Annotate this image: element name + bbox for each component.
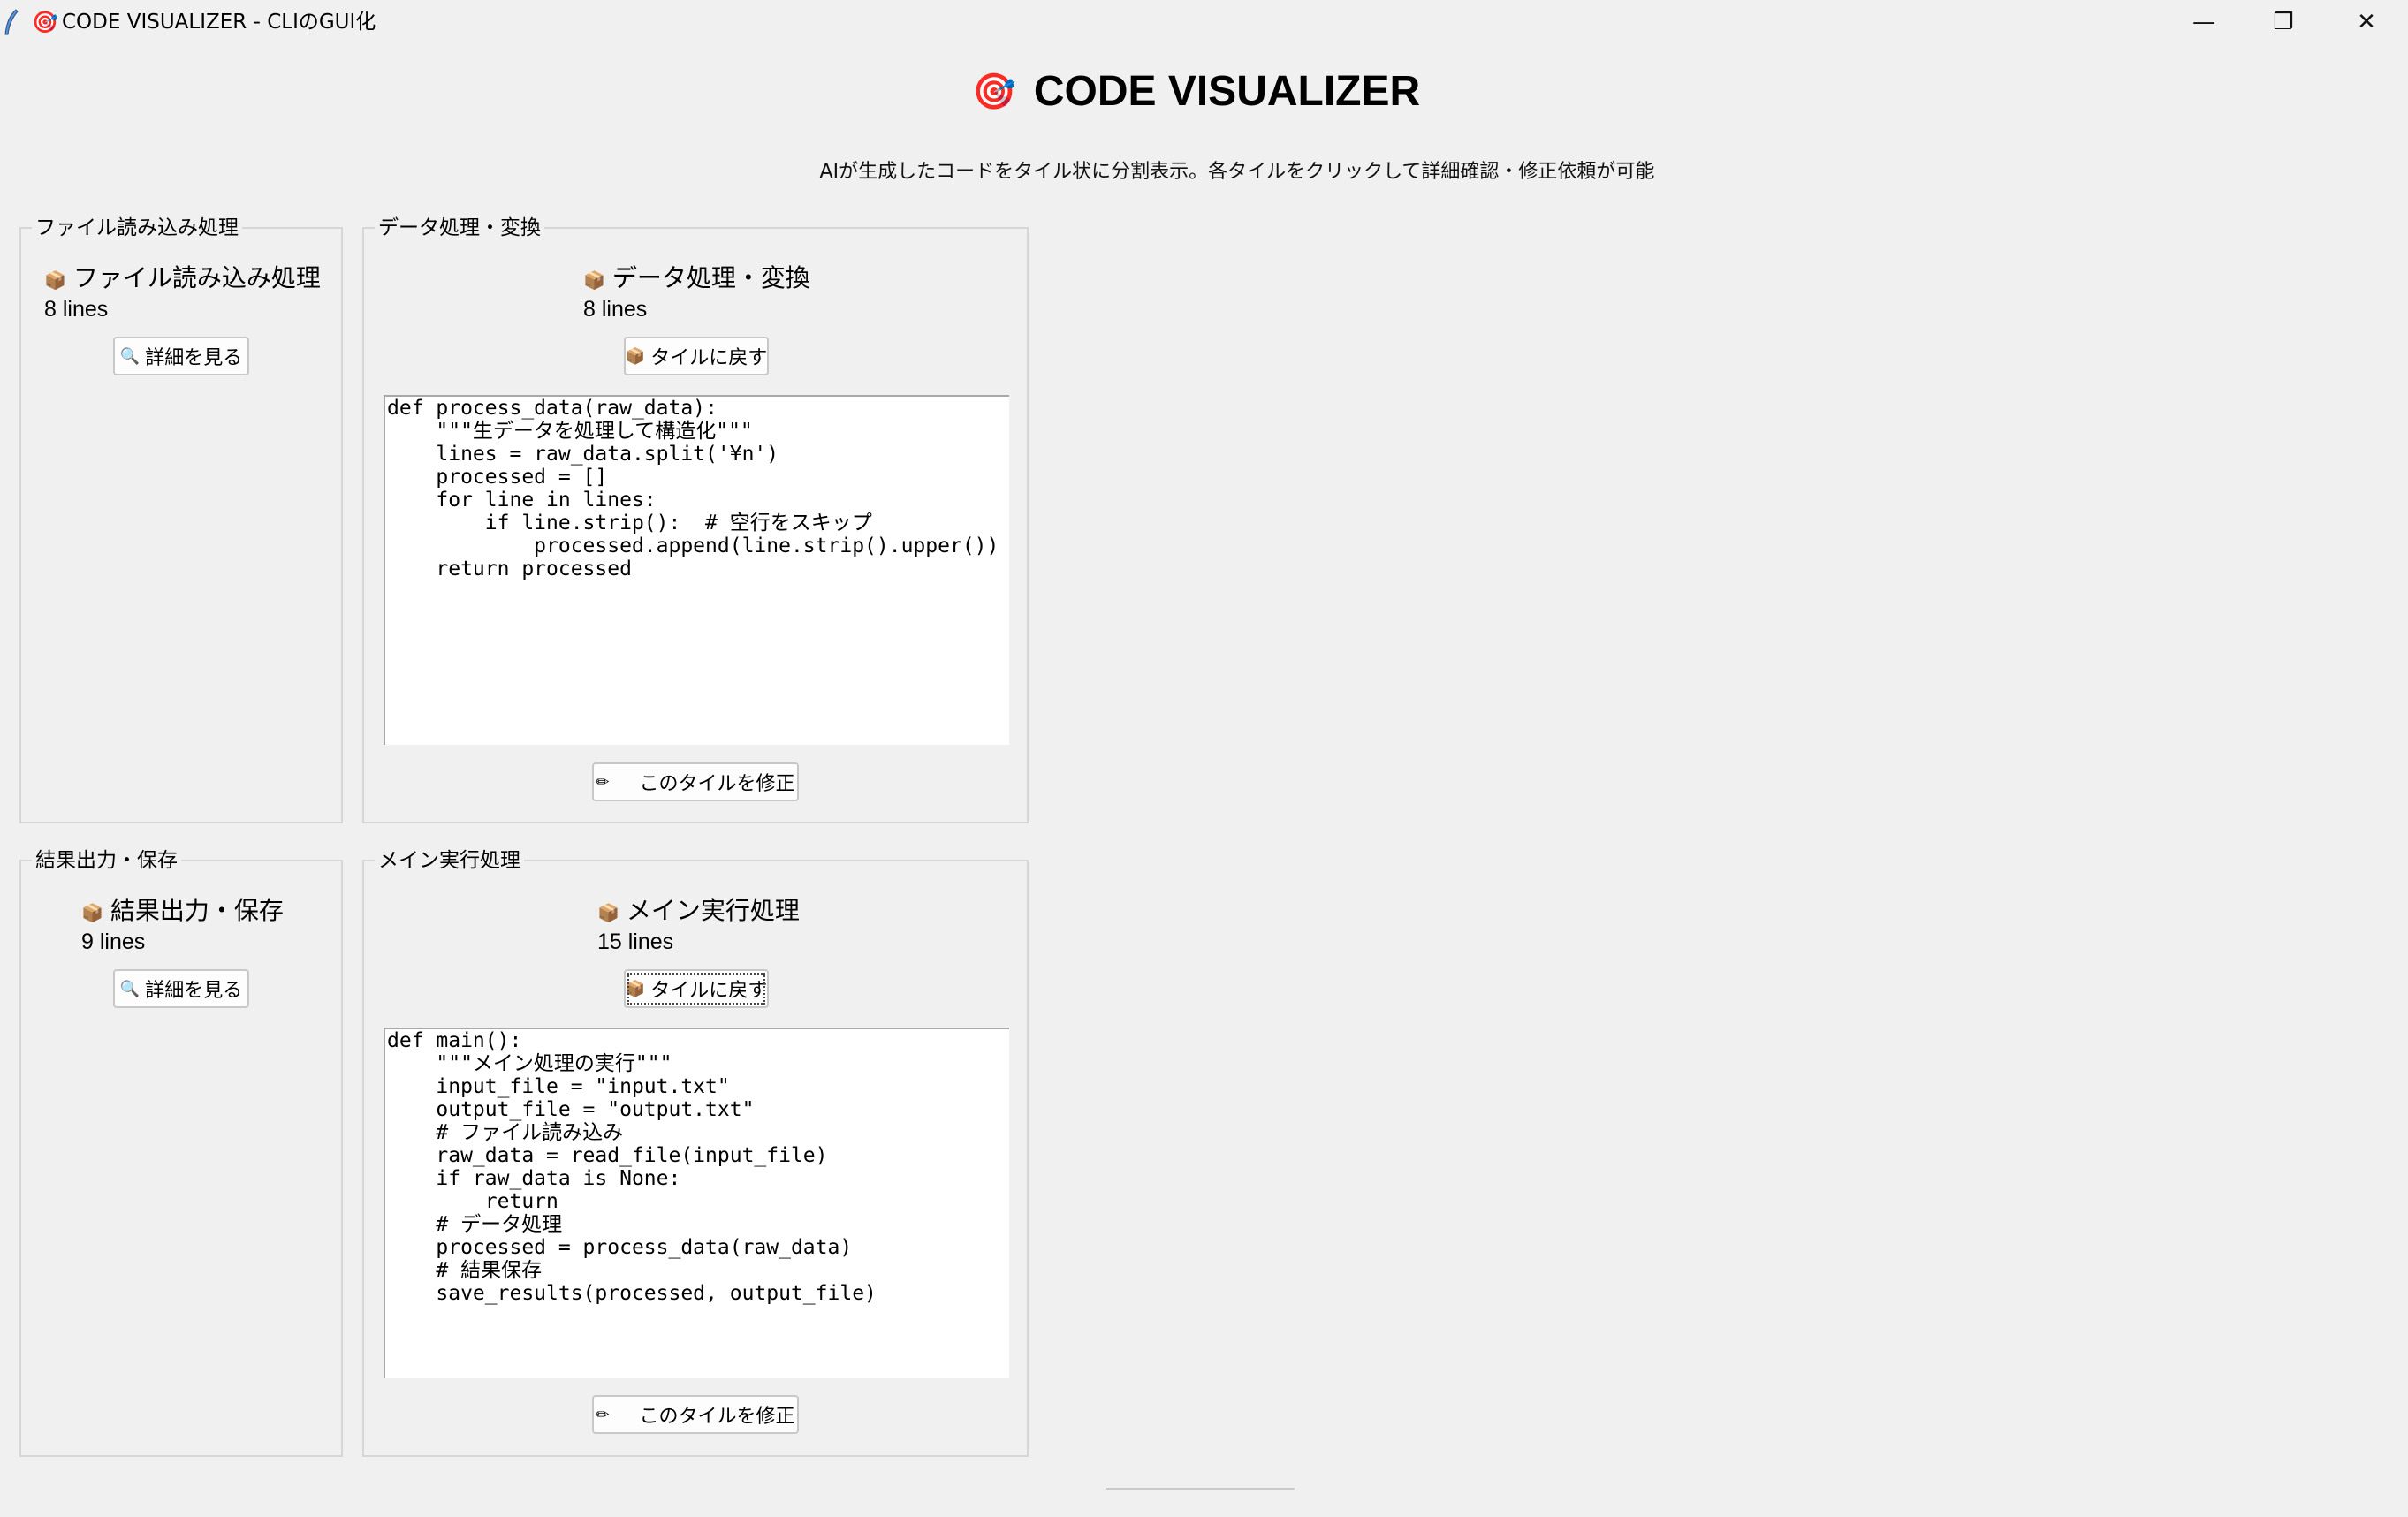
code-line: processed = process_data(raw_data) [387, 1236, 853, 1259]
code-line: def main(): [387, 1029, 522, 1052]
view-details-button[interactable]: 🔍 詳細を見る [113, 337, 249, 375]
code-line: save_results(processed, output_file) [387, 1282, 877, 1305]
back-to-tile-button[interactable]: 📦 タイルに戻す [624, 337, 769, 375]
code-view[interactable]: def main(): """メイン処理の実行""" input_file = … [384, 1028, 1009, 1378]
window-title: CODE VISUALIZER - CLIのGUI化 [62, 11, 376, 34]
button-label: タイルに戻す [650, 347, 768, 369]
window-titlebar: 🎯 CODE VISUALIZER - CLIのGUI化 — ❐ ✕ [0, 0, 2408, 44]
button-label: 詳細を見る [145, 347, 243, 369]
close-button[interactable]: ✕ [2328, 0, 2405, 44]
page-title: CODE VISUALIZER [1033, 67, 1421, 115]
group-label: データ処理・変換 [375, 215, 544, 241]
button-label: このタイルを修正 [639, 773, 795, 795]
code-line: lines = raw_data.split('¥n') [387, 443, 779, 466]
code-line: # ファイル読み込み [387, 1121, 624, 1144]
page-subtitle: AIが生成したコードをタイル状に分割表示。各タイルをクリックして詳細確認・修正依… [819, 161, 1655, 183]
code-line: if raw_data is None: [387, 1167, 681, 1190]
package-icon: 📦 [44, 269, 66, 291]
code-line: raw_data = read_file(input_file) [387, 1144, 828, 1167]
code-line: return processed [387, 557, 632, 580]
tile-group-file-read: ファイル読み込み処理 📦 ファイル読み込み処理 8 lines 🔍 詳細を見る [19, 215, 343, 823]
tile-title: データ処理・変換 [611, 263, 810, 292]
group-label: メイン実行処理 [375, 847, 524, 874]
search-icon: 🔍 [119, 979, 141, 998]
code-view[interactable]: def process_data(raw_data): """生データを処理して… [384, 395, 1009, 745]
code-line: output_file = "output.txt" [387, 1098, 755, 1121]
tile-name: 📦 結果出力・保存 [81, 895, 284, 929]
tile-title: メイン実行処理 [626, 896, 800, 925]
line-count: 15 lines [597, 929, 674, 954]
app-header: 🎯 CODE VISUALIZER [972, 60, 1467, 122]
tile-name: 📦 メイン実行処理 [597, 895, 800, 929]
tile-name: 📦 ファイル読み込み処理 [44, 262, 321, 296]
tile-group-output-save: 結果出力・保存 📦 結果出力・保存 9 lines 🔍 詳細を見る [19, 847, 343, 1457]
code-line: return [387, 1190, 558, 1213]
code-line: # データ処理 [387, 1213, 563, 1236]
line-count: 8 lines [44, 297, 109, 322]
tile-group-main: メイン実行処理 📦 メイン実行処理 15 lines 📦 タイルに戻す def ma… [362, 847, 1029, 1457]
group-label: 結果出力・保存 [32, 847, 181, 874]
feather-icon [4, 9, 19, 35]
package-icon: 📦 [625, 979, 646, 998]
code-line: processed = [] [387, 466, 608, 489]
code-line: for line in lines: [387, 489, 657, 512]
pencil-icon: ✏ [596, 1405, 610, 1424]
search-icon: 🔍 [119, 346, 141, 366]
button-label: タイルに戻す [650, 980, 768, 1002]
target-icon: 🎯 [32, 10, 58, 34]
minimize-button[interactable]: — [2165, 0, 2243, 44]
edit-tile-button[interactable]: ✏ このタイルを修正 [592, 1395, 799, 1434]
tile-title: ファイル読み込み処理 [72, 263, 321, 292]
tile-header: 📦 データ処理・変換 8 lines [583, 262, 810, 322]
package-icon: 📦 [583, 269, 605, 291]
tile-name: 📦 データ処理・変換 [583, 262, 810, 296]
back-to-tile-button[interactable]: 📦 タイルに戻す [624, 969, 769, 1008]
line-count: 9 lines [81, 929, 146, 954]
button-label: このタイルを修正 [639, 1406, 795, 1428]
tile-header: 📦 結果出力・保存 9 lines [81, 895, 284, 955]
tile-group-data-process: データ処理・変換 📦 データ処理・変換 8 lines 📦 タイルに戻す def p… [362, 215, 1029, 823]
package-icon: 📦 [597, 902, 619, 923]
code-line: processed.append(line.strip().upper()) [387, 535, 999, 557]
view-details-button[interactable]: 🔍 詳細を見る [113, 969, 249, 1008]
tile-title: 結果出力・保存 [110, 896, 284, 925]
code-line: """メイン処理の実行""" [387, 1052, 672, 1075]
target-icon: 🎯 [972, 71, 1016, 112]
pencil-icon: ✏ [596, 772, 610, 792]
group-label: ファイル読み込み処理 [32, 215, 242, 241]
code-line: def process_data(raw_data): [387, 397, 718, 420]
code-line: if line.strip(): # 空行をスキップ [387, 512, 872, 535]
edit-tile-button[interactable]: ✏ このタイルを修正 [592, 762, 799, 801]
tile-header: 📦 ファイル読み込み処理 8 lines [44, 262, 321, 322]
code-line: """生データを処理して構造化""" [387, 420, 753, 443]
bottom-divider [1106, 1488, 1295, 1490]
code-line: input_file = "input.txt" [387, 1075, 730, 1098]
tile-header: 📦 メイン実行処理 15 lines [597, 895, 800, 955]
button-label: 詳細を見る [145, 980, 243, 1002]
package-icon: 📦 [81, 902, 103, 923]
code-line: # 結果保存 [387, 1259, 543, 1282]
line-count: 8 lines [583, 297, 648, 322]
maximize-button[interactable]: ❐ [2245, 0, 2322, 44]
package-icon: 📦 [625, 346, 646, 366]
